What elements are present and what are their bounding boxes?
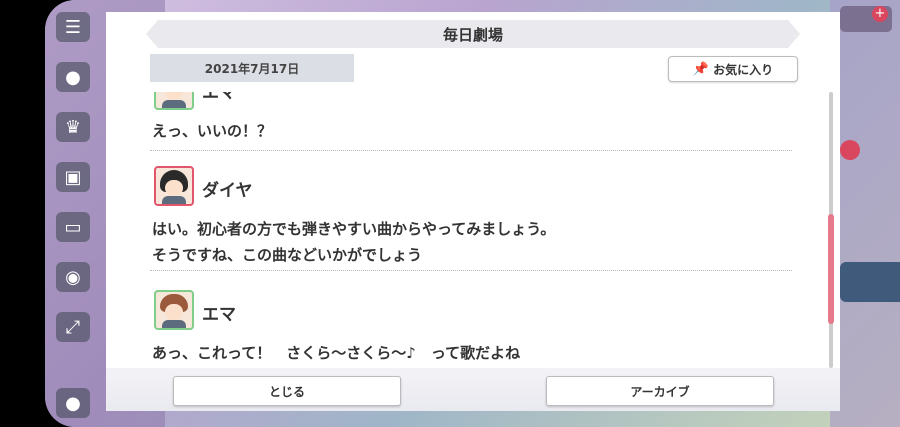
close-button[interactable]: とじる bbox=[173, 376, 401, 406]
modal-title: 毎日劇場 bbox=[146, 20, 800, 48]
expand-icon[interactable]: ⤢ bbox=[56, 312, 90, 342]
gift-icon[interactable]: ▣ bbox=[56, 162, 90, 192]
divider bbox=[150, 270, 792, 271]
dialogue-line: あっ、これって！ さくら〜さくら〜♪ って歌だよね bbox=[152, 344, 521, 362]
date-label: 2021年7月17日 bbox=[150, 54, 354, 82]
dialogue-list[interactable]: エマ えっ、いいの！？ ダイヤ はい。初心者の方でも弾きやすい曲からやってみまし… bbox=[150, 92, 796, 374]
daily-theater-modal: 毎日劇場 2021年7月17日 📌 お気に入り エマ えっ、いいの！？ ダイヤ … bbox=[106, 12, 840, 411]
pin-icon: 📌 bbox=[692, 61, 710, 77]
dialogue-line: えっ、いいの！？ bbox=[152, 122, 273, 140]
dialogue-line: はい。初心者の方でも弾きやすい曲からやってみましょう。 bbox=[152, 220, 556, 238]
chat-icon[interactable]: ● bbox=[56, 62, 90, 92]
group-icon[interactable]: ◉ bbox=[56, 262, 90, 292]
speaker-name: エマ bbox=[202, 92, 236, 103]
background-shade-right bbox=[830, 0, 900, 427]
side-menu: ☰ ● ♛ ▣ ▭ ◉ ⤢ ● bbox=[52, 0, 94, 427]
trophy-icon[interactable]: ♛ bbox=[56, 112, 90, 142]
avatar bbox=[154, 92, 194, 110]
speaker-name: ダイヤ bbox=[202, 181, 253, 201]
divider bbox=[150, 150, 792, 151]
favorite-button[interactable]: 📌 お気に入り bbox=[668, 56, 798, 82]
avatar bbox=[154, 290, 194, 330]
screen-icon[interactable]: ▭ bbox=[56, 212, 90, 242]
side-tab[interactable] bbox=[840, 262, 900, 302]
favorite-label: お気に入り bbox=[713, 62, 774, 77]
profile-icon[interactable]: ● bbox=[56, 388, 90, 418]
archive-button[interactable]: アーカイブ bbox=[546, 376, 774, 406]
menu-icon[interactable]: ☰ bbox=[56, 12, 90, 42]
speaker-name: エマ bbox=[202, 305, 236, 325]
dialogue-line: そうですね、この曲などいかがでしょう bbox=[152, 246, 423, 264]
add-currency-icon[interactable]: + bbox=[872, 6, 888, 22]
alert-icon[interactable] bbox=[840, 140, 860, 160]
avatar bbox=[154, 166, 194, 206]
scrollbar-thumb[interactable] bbox=[828, 214, 834, 324]
